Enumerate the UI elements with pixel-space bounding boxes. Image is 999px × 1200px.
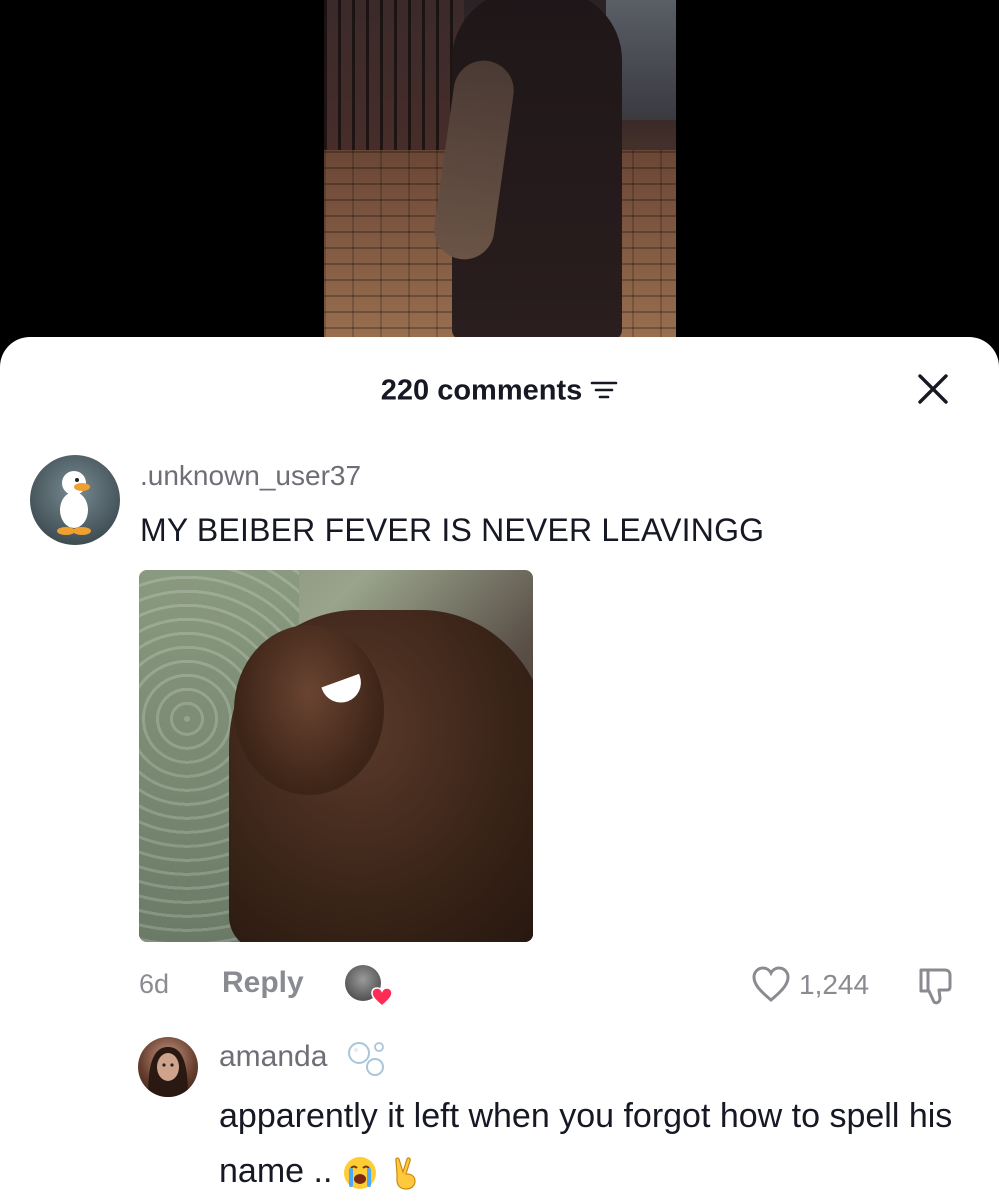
dislike-icon[interactable] bbox=[915, 965, 959, 1007]
comments-header: 220 comments bbox=[0, 367, 999, 411]
comment-meta-row: 6d Reply 1,244 bbox=[139, 963, 969, 1007]
heart-filled-icon bbox=[371, 987, 393, 1007]
screen: 220 comments .unknown_user37 MY BEIBER F… bbox=[0, 0, 999, 1200]
close-icon[interactable] bbox=[915, 371, 951, 407]
image-face bbox=[234, 625, 384, 795]
video-background[interactable] bbox=[324, 0, 676, 345]
replier-username[interactable]: amanda bbox=[219, 1040, 327, 1074]
like-heart-icon[interactable] bbox=[751, 965, 791, 1003]
replier-avatar[interactable] bbox=[138, 1037, 198, 1097]
commenter-username[interactable]: .unknown_user37 bbox=[140, 460, 361, 492]
commenter-avatar[interactable] bbox=[30, 455, 120, 545]
comments-sheet: 220 comments .unknown_user37 MY BEIBER F… bbox=[0, 337, 999, 1200]
filter-icon[interactable] bbox=[590, 378, 618, 402]
comment-timestamp: 6d bbox=[139, 969, 170, 999]
comment-attached-image[interactable] bbox=[139, 570, 533, 942]
reply-button[interactable]: Reply bbox=[222, 966, 304, 1000]
duck-avatar-icon bbox=[57, 471, 91, 535]
reply-text: apparently it left when you forgot how t… bbox=[219, 1097, 953, 1190]
victory-hand-icon bbox=[395, 1157, 416, 1190]
comment-count-title[interactable]: 220 comments bbox=[0, 367, 999, 412]
reply-text-block: apparently it left when you forgot how t… bbox=[219, 1089, 979, 1199]
person-avatar-icon bbox=[148, 1047, 188, 1097]
creator-liked-badge bbox=[345, 965, 393, 1007]
loudly-crying-face-icon bbox=[344, 1157, 377, 1190]
comment-text: MY BEIBER FEVER IS NEVER LEAVINGG bbox=[140, 512, 765, 548]
bubbles-icon bbox=[348, 1042, 384, 1076]
like-count: 1,244 bbox=[799, 969, 870, 1000]
comment-count-label: 220 comments bbox=[380, 374, 583, 407]
